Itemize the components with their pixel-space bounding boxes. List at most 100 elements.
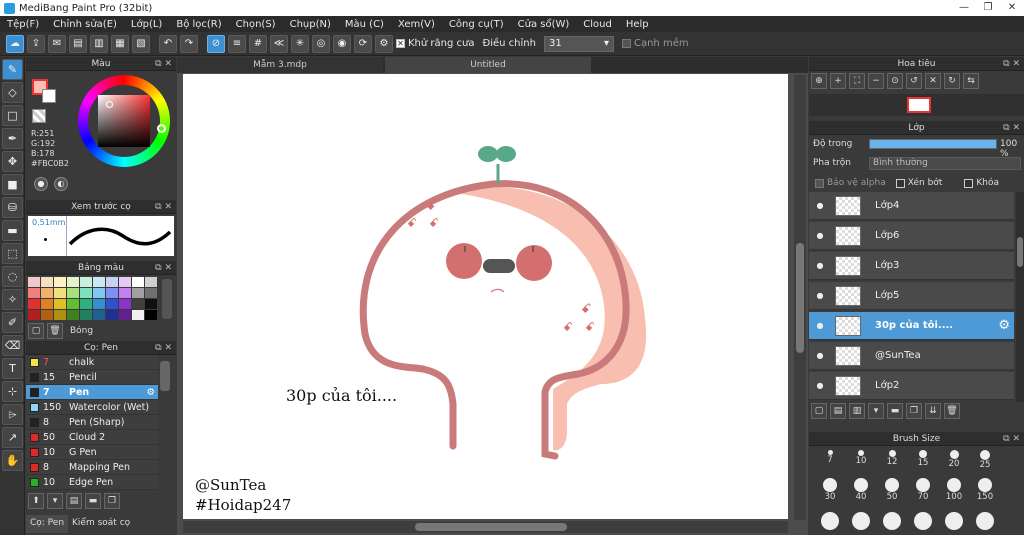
palette-swatch[interactable] — [145, 277, 157, 287]
palette-swatch[interactable] — [80, 310, 92, 320]
brush-item[interactable]: 7 chalk — [26, 355, 158, 370]
brush-list-scrollbar[interactable] — [160, 361, 170, 391]
palette-swatch[interactable] — [54, 310, 66, 320]
blend-select[interactable]: Bình thường — [869, 157, 1021, 170]
snap-off-icon[interactable]: ⊘ — [207, 34, 225, 53]
color-picker-handle[interactable] — [106, 101, 113, 108]
visibility-icon[interactable]: ● — [809, 201, 831, 210]
panel-buttons[interactable]: ⧉ ✕ — [1003, 57, 1020, 71]
brush-size-cell[interactable]: 40 — [846, 478, 876, 502]
layer-row[interactable]: ● Lớp5 — [809, 282, 1014, 310]
tab-brush-pen[interactable]: Cọ: Pen — [26, 515, 69, 533]
radial-snap-icon[interactable]: ✳ — [291, 34, 309, 53]
select-tool-icon[interactable]: ⬚ — [2, 243, 23, 264]
brush-size-dot[interactable] — [945, 512, 963, 530]
visibility-icon[interactable]: ● — [809, 321, 831, 330]
panel-buttons[interactable]: ⧉ ✕ — [1003, 432, 1020, 446]
add-brush-icon[interactable]: ⬆ — [28, 493, 44, 509]
parallel-snap-icon[interactable]: ≡ — [228, 34, 246, 53]
antialias-checkbox[interactable]: ✕ — [396, 39, 405, 48]
horizontal-scroll-thumb[interactable] — [415, 523, 567, 531]
eraser-tool-icon[interactable]: ◇ — [2, 82, 23, 103]
brush-item[interactable]: 10 Edge Pen — [26, 475, 158, 490]
select-pen-icon[interactable]: ✐ — [2, 312, 23, 333]
lock-checkbox[interactable] — [964, 178, 974, 188]
layer-row[interactable]: ● Lớp4 — [809, 192, 1014, 220]
navigator-view[interactable] — [809, 94, 1024, 116]
palette-swatch[interactable] — [106, 288, 118, 298]
layer-row[interactable]: ● @SunTea — [809, 342, 1014, 370]
reset-view-icon[interactable]: ✕ — [925, 73, 941, 89]
visibility-icon[interactable]: ● — [809, 291, 831, 300]
palette-swatch[interactable] — [106, 277, 118, 287]
palette-swatch[interactable] — [41, 299, 53, 309]
gear-icon[interactable]: ⚙ — [146, 387, 155, 398]
brush-item[interactable]: 8 Pen (Sharp) — [26, 415, 158, 430]
layer-row[interactable]: ● Lớp2 — [809, 372, 1014, 400]
menu-tools[interactable]: Công cụ(T) — [442, 19, 511, 30]
settings-icon[interactable]: ⚙ — [375, 34, 393, 53]
duplicate-layer-icon[interactable]: ❐ — [906, 403, 922, 419]
brush-item[interactable]: 8 Mapping Pen — [26, 460, 158, 475]
brush-item[interactable]: 50 Cloud 2 — [26, 430, 158, 445]
panel-buttons[interactable]: ⧉ ✕ — [155, 57, 172, 71]
palette-swatch[interactable] — [145, 288, 157, 298]
brush-item[interactable]: 10 G Pen — [26, 445, 158, 460]
palette-swatch[interactable] — [93, 299, 105, 309]
zoom-out-icon[interactable]: − — [868, 73, 884, 89]
lasso-tool-icon[interactable]: ◌ — [2, 266, 23, 287]
brush-size-cell[interactable]: 10 — [846, 450, 876, 466]
fill-tool-icon[interactable]: ⛁ — [2, 197, 23, 218]
page-icon[interactable]: ▥ — [90, 34, 108, 53]
rotate-right-icon[interactable]: ↻ — [944, 73, 960, 89]
drawing-canvas[interactable]: ꗃ ꗃ ꗃ ꗃ ꗃ ꗃ 30p của tôi.... @SunTea #Hoi… — [183, 74, 788, 519]
palette-swatch[interactable] — [28, 310, 40, 320]
delete-palette-icon[interactable]: 🗑 — [47, 323, 63, 339]
brush-menu-icon[interactable]: ▾ — [47, 493, 63, 509]
palette-swatch[interactable] — [80, 288, 92, 298]
palette-swatch[interactable] — [119, 277, 131, 287]
opacity-slider[interactable] — [869, 139, 997, 149]
brush-tool-icon[interactable]: ✎ — [2, 59, 23, 80]
smooth-edge-option[interactable]: Cạnh mềm — [621, 38, 689, 49]
rect-tool-icon[interactable]: □ — [2, 105, 23, 126]
alpha-lock-checkbox[interactable] — [815, 178, 824, 188]
palette-swatch[interactable] — [67, 310, 79, 320]
text-tool-icon[interactable]: T — [2, 358, 23, 379]
panel-buttons[interactable]: ⧉ ✕ — [155, 200, 172, 214]
brush-folder-icon[interactable]: ▬ — [85, 493, 101, 509]
brush-size-dot[interactable] — [976, 512, 994, 530]
dropper-tool-icon[interactable]: ⌲ — [2, 404, 23, 425]
panel-buttons[interactable]: ⧉ ✕ — [155, 341, 172, 355]
brush-size-cell[interactable]: 25 — [970, 450, 1000, 470]
palette-swatch[interactable] — [119, 288, 131, 298]
perspective-snap-icon[interactable]: ≪ — [270, 34, 288, 53]
palette-swatch[interactable] — [41, 310, 53, 320]
zoom-icon[interactable]: ⊕ — [811, 73, 827, 89]
merge-layer-icon[interactable]: ⇊ — [925, 403, 941, 419]
minimize-button[interactable]: — — [952, 0, 976, 15]
horizontal-scrollbar[interactable] — [183, 521, 788, 533]
brush-size-cell[interactable]: 20 — [939, 450, 969, 469]
circle-snap-icon[interactable]: ◎ — [312, 34, 330, 53]
panel-buttons[interactable]: ⧉ ✕ — [155, 261, 172, 275]
brush-size-cell[interactable]: 15 — [908, 450, 938, 468]
vertical-scroll-thumb[interactable] — [796, 243, 804, 353]
brush-copy-icon[interactable]: ❐ — [104, 493, 120, 509]
new-folder-icon[interactable]: ▬ — [887, 403, 903, 419]
share-icon[interactable]: ⇪ — [27, 34, 45, 53]
palette-swatch[interactable] — [54, 288, 66, 298]
brush-size-dot[interactable] — [883, 512, 901, 530]
layer-scrollbar[interactable] — [1016, 192, 1024, 402]
brush-size-cell[interactable]: 7 — [815, 450, 845, 465]
palette-swatch[interactable] — [132, 299, 144, 309]
flip-icon[interactable]: ⇆ — [963, 73, 979, 89]
palette-swatch[interactable] — [93, 310, 105, 320]
brush-item[interactable]: 7 Pen ⚙ — [26, 385, 158, 400]
visibility-icon[interactable]: ● — [809, 261, 831, 270]
palette-swatch[interactable] — [106, 299, 118, 309]
redo-icon[interactable]: ↷ — [180, 34, 198, 53]
brush-size-cell[interactable]: 100 — [939, 478, 969, 502]
smooth-edge-checkbox[interactable] — [621, 39, 631, 48]
brush-size-cell[interactable]: 70 — [908, 478, 938, 502]
